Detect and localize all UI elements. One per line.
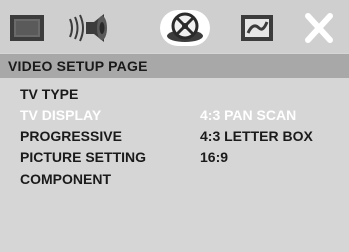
option-4-3-pan-scan[interactable]: 4:3 PAN SCAN	[200, 107, 296, 123]
option-4-3-letter-box[interactable]: 4:3 LETTER BOX	[200, 128, 313, 144]
menu-item-picture-setting[interactable]: PICTURE SETTING	[20, 149, 146, 165]
audio-setup-icon[interactable]	[64, 10, 114, 46]
exit-icon[interactable]	[294, 10, 344, 46]
page-title: VIDEO SETUP PAGE	[8, 58, 148, 74]
menu-item-progressive[interactable]: PROGRESSIVE	[20, 128, 122, 144]
menu-item-tv-type[interactable]: TV TYPE	[20, 86, 78, 102]
video-setup-icon[interactable]	[160, 10, 210, 46]
menu-item-component[interactable]: COMPONENT	[20, 171, 111, 187]
page-title-bar: VIDEO SETUP PAGE	[0, 54, 349, 78]
menu-item-tv-display[interactable]: TV DISPLAY	[20, 107, 101, 123]
menu-panel: TV TYPE TV DISPLAY PROGRESSIVE PICTURE S…	[0, 78, 349, 252]
setup-icon-bar	[0, 0, 349, 53]
osd-setup-screen: VIDEO SETUP PAGE TV TYPE TV DISPLAY PROG…	[0, 0, 349, 252]
general-setup-icon[interactable]	[2, 10, 52, 46]
preference-setup-icon[interactable]	[232, 10, 282, 46]
option-16-9[interactable]: 16:9	[200, 149, 228, 165]
